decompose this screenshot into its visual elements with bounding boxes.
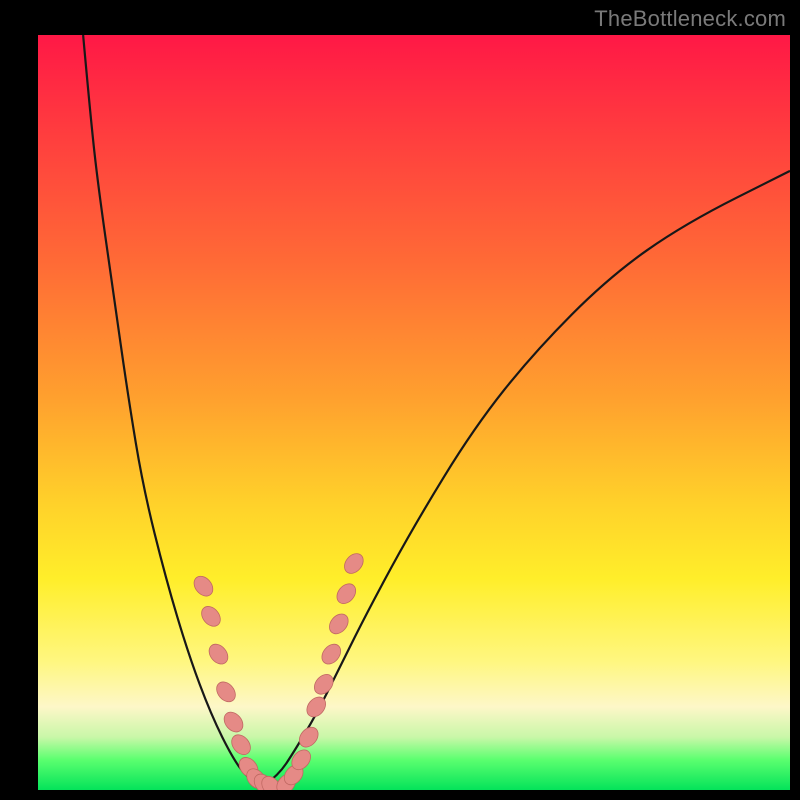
bead-right-3 [296, 724, 322, 751]
watermark-text: TheBottleneck.com [594, 6, 786, 32]
plot-area [38, 35, 790, 790]
plot-svg [38, 35, 790, 790]
bead-right-9 [341, 550, 367, 577]
bead-left-4 [220, 708, 246, 735]
curve-right-branch [264, 171, 790, 786]
bead-left-0 [190, 573, 216, 600]
bead-left-3 [213, 678, 239, 705]
curve-layer [83, 35, 790, 786]
bead-right-5 [311, 671, 337, 698]
bead-right-8 [333, 580, 359, 607]
curve-left-branch [83, 35, 263, 786]
chart-stage: TheBottleneck.com [0, 0, 800, 800]
bead-right-7 [326, 610, 352, 637]
bead-left-1 [198, 603, 224, 630]
bead-left-2 [205, 641, 231, 668]
bead-layer [190, 550, 367, 790]
